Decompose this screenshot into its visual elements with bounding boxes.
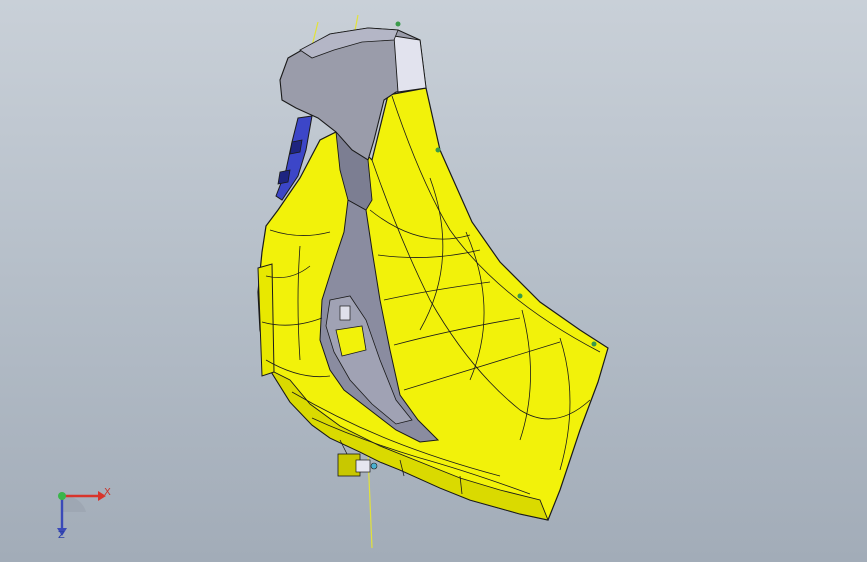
edge-marker <box>395 21 401 27</box>
edge-marker <box>435 147 441 153</box>
fender-outer-surface <box>257 87 609 521</box>
y-axis-dot <box>58 492 66 500</box>
z-axis-label: Z <box>58 530 65 541</box>
top-cap-face <box>393 35 427 93</box>
side-tab <box>257 263 275 377</box>
cad-graphics-viewport[interactable]: X Z <box>0 0 867 562</box>
edge-marker <box>591 341 597 347</box>
inner-fastener <box>339 305 351 321</box>
orientation-triad <box>57 491 106 536</box>
edge-marker <box>517 293 523 299</box>
3d-part-model[interactable] <box>0 0 867 562</box>
x-axis-label: X <box>104 487 111 498</box>
